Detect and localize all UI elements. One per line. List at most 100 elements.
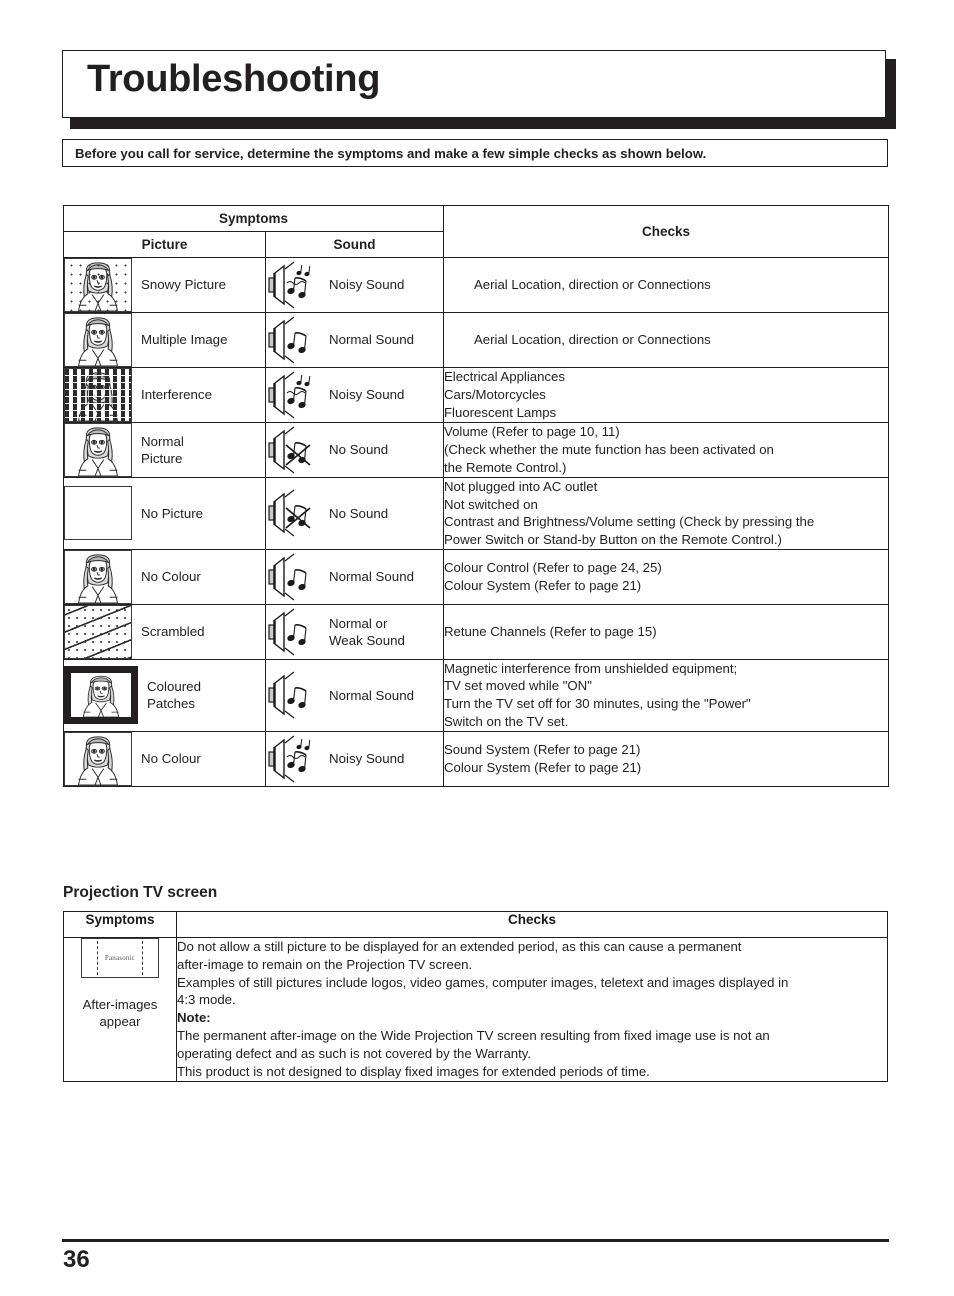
sound-symptom-cell: Noisy Sound bbox=[265, 367, 444, 423]
projection-symptom-label: After-images appear bbox=[64, 996, 176, 1030]
projection-note-line: This product is not designed to display … bbox=[177, 1063, 650, 1079]
page-number: 36 bbox=[63, 1246, 90, 1273]
checks-line: Contrast and Brightness/Volume setting (… bbox=[444, 514, 815, 530]
checks-cell: Sound System (Refer to page 21) Colour Sy… bbox=[443, 730, 889, 787]
picture-symptom-label: Scrambled bbox=[141, 624, 205, 640]
projection-header-row: Symptoms Checks bbox=[63, 911, 888, 938]
projection-body-row: Panasonic After-images appear Do not all… bbox=[63, 937, 888, 1082]
sound-symptom-cell: Noisy Sound bbox=[265, 730, 444, 787]
table-row: Multiple Image Normal Sound Aerial Locati… bbox=[63, 312, 889, 368]
checks-line: Turn the TV set off for 30 minutes, usin… bbox=[444, 696, 751, 712]
projection-symptom-cell: Panasonic After-images appear bbox=[63, 937, 177, 1082]
document-page: Troubleshooting Before you call for serv… bbox=[0, 0, 954, 1296]
header-symptoms: Symptoms bbox=[63, 205, 444, 232]
picture-symptom-cell: Coloured Patches bbox=[63, 658, 266, 732]
projection-note-line: operating defect and as such is not cove… bbox=[177, 1045, 532, 1061]
sound-symptom-label: Noisy Sound bbox=[329, 387, 405, 403]
sound-symptom-label: Normal Sound bbox=[329, 569, 414, 585]
tv-blank-icon bbox=[64, 486, 132, 541]
speaker-noisy-icon bbox=[268, 735, 311, 782]
checks-line: Retune Channels (Refer to page 15) bbox=[444, 623, 657, 639]
checks-line: Fluorescent Lamps bbox=[444, 404, 557, 420]
sound-symptom-cell: Normal Sound bbox=[265, 312, 444, 368]
checks-line: Magnetic interference from unshielded eq… bbox=[444, 660, 738, 676]
picture-symptom-label: No Colour bbox=[141, 750, 201, 766]
sound-symptom-cell: Noisy Sound bbox=[265, 257, 444, 313]
tv-normal-picture-icon bbox=[64, 731, 132, 786]
projection-note-line: The permanent after-image on the Wide Pr… bbox=[177, 1028, 770, 1044]
checks-line: Cars/Motorcycles bbox=[444, 387, 546, 403]
picture-symptom-cell: Normal Picture bbox=[63, 422, 266, 478]
checks-line: (Check whether the mute function has bee… bbox=[444, 442, 774, 458]
picture-symptom-label: Normal Picture bbox=[141, 433, 184, 466]
checks-cell: Magnetic interference from unshielded eq… bbox=[443, 658, 889, 732]
picture-symptom-cell: Snowy Picture bbox=[63, 257, 266, 313]
troubleshooting-table: Symptoms Checks Picture Sound Snowy Pict… bbox=[63, 205, 889, 787]
picture-symptom-cell: No Colour bbox=[63, 730, 266, 787]
picture-symptom-cell: No Colour bbox=[63, 548, 266, 605]
tv-interference-icon bbox=[64, 368, 132, 422]
checks-cell: Not plugged into AC outlet Not switched o… bbox=[443, 477, 889, 550]
checks-line: Switch on the TV set. bbox=[444, 713, 569, 729]
table-row: Snowy Picture Noisy Sound Aerial Location… bbox=[63, 257, 889, 313]
checks-line: the Remote Control.) bbox=[444, 459, 567, 475]
picture-symptom-cell: Scrambled bbox=[63, 603, 266, 660]
speaker-noisy-icon bbox=[268, 261, 311, 309]
speaker-normal-icon bbox=[268, 553, 307, 601]
sound-symptom-cell: No Sound bbox=[265, 477, 444, 550]
checks-line: Colour System (Refer to page 21) bbox=[444, 759, 642, 775]
intro-banner: Before you call for service, determine t… bbox=[62, 139, 888, 167]
projection-symptom-label-line1: After-images bbox=[82, 997, 158, 1012]
sound-symptom-label: Noisy Sound bbox=[329, 750, 405, 766]
projection-body-line: Do not allow a still picture to be displ… bbox=[177, 939, 742, 954]
table-header-row-1: Symptoms Checks bbox=[63, 205, 889, 258]
table-row: Coloured Patches Normal Sound Magnetic int… bbox=[63, 658, 889, 732]
checks-line: Not switched on bbox=[444, 496, 538, 512]
checks-line: TV set moved while "ON" bbox=[444, 678, 592, 694]
sound-symptom-cell: Normal Sound bbox=[265, 548, 444, 605]
picture-symptom-label: No Picture bbox=[141, 505, 204, 521]
projection-note-label: Note: bbox=[177, 1010, 211, 1026]
checks-line: Not plugged into AC outlet bbox=[444, 479, 598, 494]
table-row: Scrambled Normal or Weak Sound Retune Chan… bbox=[63, 603, 889, 660]
projection-symptom-label-line2: appear bbox=[99, 1014, 141, 1030]
tv-after-image-icon: Panasonic bbox=[81, 938, 159, 978]
sound-symptom-cell: Normal or Weak Sound bbox=[265, 603, 444, 660]
checks-cell: Retune Channels (Refer to page 15) bbox=[443, 603, 889, 660]
sound-symptom-cell: No Sound bbox=[265, 422, 444, 478]
speaker-muted-icon bbox=[268, 489, 311, 537]
table-row: Normal Picture No Sound Volume (Refer to p… bbox=[63, 422, 889, 478]
checks-cell: Volume (Refer to page 10, 11) (Check whet… bbox=[443, 422, 889, 478]
sound-symptom-label: No Sound bbox=[329, 505, 389, 521]
page-title: Troubleshooting bbox=[87, 58, 381, 100]
picture-symptom-cell: No Picture bbox=[63, 477, 266, 550]
tv-coloured-patches-icon bbox=[64, 666, 138, 725]
speaker-muted-icon bbox=[268, 426, 311, 474]
picture-symptom-cell: Interference bbox=[63, 367, 266, 423]
checks-cell: Electrical Appliances Cars/Motorcycles Flu… bbox=[443, 367, 889, 423]
table-row: No Picture No Sound Not plugged into AC o… bbox=[63, 477, 889, 550]
speaker-normal-icon bbox=[268, 608, 307, 656]
projection-checks-cell: Do not allow a still picture to be displ… bbox=[176, 937, 888, 1082]
footer-rule bbox=[62, 1239, 889, 1242]
picture-symptom-label: Coloured Patches bbox=[147, 679, 201, 712]
screen-brand-text: Panasonic bbox=[104, 954, 136, 962]
picture-symptom-label: No Colour bbox=[141, 569, 201, 585]
picture-symptom-label: Interference bbox=[141, 387, 212, 403]
table-row: No Colour Noisy Sound Sound System (Refer… bbox=[63, 730, 889, 787]
projection-header-symptoms: Symptoms bbox=[63, 911, 177, 938]
checks-line: Power Switch or Stand-by Button on the R… bbox=[444, 532, 782, 548]
page-title-block: Troubleshooting bbox=[62, 50, 896, 129]
projection-body-line: 4:3 mode. bbox=[177, 992, 236, 1008]
projection-table: Symptoms Checks Panasonic After-images a… bbox=[63, 911, 888, 1082]
sound-symptom-label: Normal Sound bbox=[329, 687, 414, 703]
scramble-overlay bbox=[65, 605, 131, 658]
tv-snowy-icon bbox=[64, 258, 132, 312]
checks-line: Aerial Location, direction or Connection… bbox=[474, 332, 711, 348]
header-sound: Sound bbox=[265, 231, 444, 258]
checks-line: Colour System (Refer to page 21) bbox=[444, 577, 642, 593]
intro-banner-text: Before you call for service, determine t… bbox=[75, 145, 707, 161]
projection-body-line: after-image to remain on the Projection … bbox=[177, 956, 473, 972]
table-row: No Colour Normal Sound Colour Control (Re… bbox=[63, 548, 889, 605]
speaker-normal-icon bbox=[268, 316, 307, 364]
